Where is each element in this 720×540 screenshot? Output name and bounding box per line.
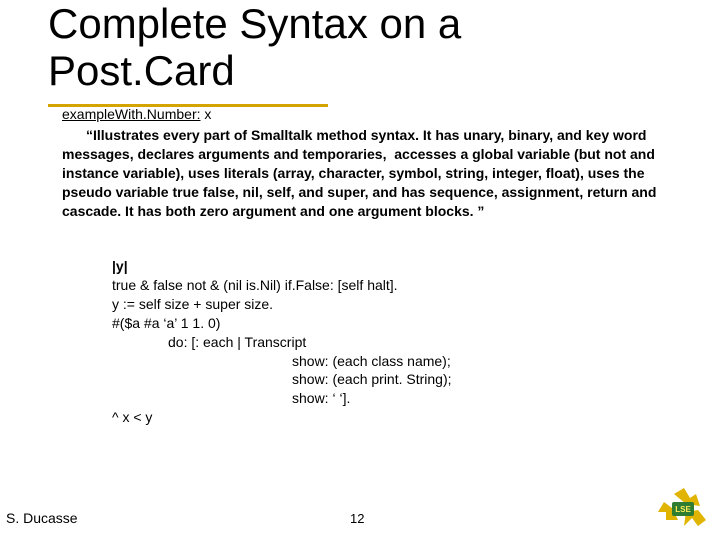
code-line-2: y := self size + super size.	[112, 296, 273, 312]
title-line-1: Complete Syntax on a	[48, 0, 461, 47]
code-line-3: #($a #a ‘a’ 1 1. 0)	[112, 315, 220, 331]
code-line-6: show: (each print. String);	[112, 370, 452, 389]
page-number: 12	[350, 511, 364, 526]
logo-text: LSE	[675, 505, 691, 514]
code-line-1: true & false not & (nil is.Nil) if.False…	[112, 277, 398, 293]
code-line-7: show: ‘ ‘].	[112, 389, 452, 408]
description-paragraph: “Illustrates every part of Smalltalk met…	[62, 126, 662, 220]
method-selector: example​With.Number:	[62, 106, 201, 122]
code-temp-decl: |y|	[112, 258, 128, 274]
method-signature: example​With.Number: x	[62, 106, 211, 122]
description-text: “Illustrates every part of Smalltalk met…	[62, 127, 656, 219]
slide-title: Complete Syntax on a Post.Card	[48, 0, 461, 94]
slide: Complete Syntax on a Post.Card example​W…	[0, 0, 720, 540]
lse-logo: LSE	[656, 486, 708, 530]
code-block: true & false not & (nil is.Nil) if.False…	[112, 276, 452, 427]
code-line-4: do: [: each | Transcript	[112, 333, 452, 352]
author-label: S. Ducasse	[6, 510, 78, 526]
recycle-arrows-icon: LSE	[656, 486, 708, 530]
title-line-2: Post.Card	[48, 47, 235, 94]
method-argument: x	[201, 106, 212, 122]
code-line-5: show: (each class name);	[112, 352, 452, 371]
code-line-8: ^ x < y	[112, 409, 152, 425]
